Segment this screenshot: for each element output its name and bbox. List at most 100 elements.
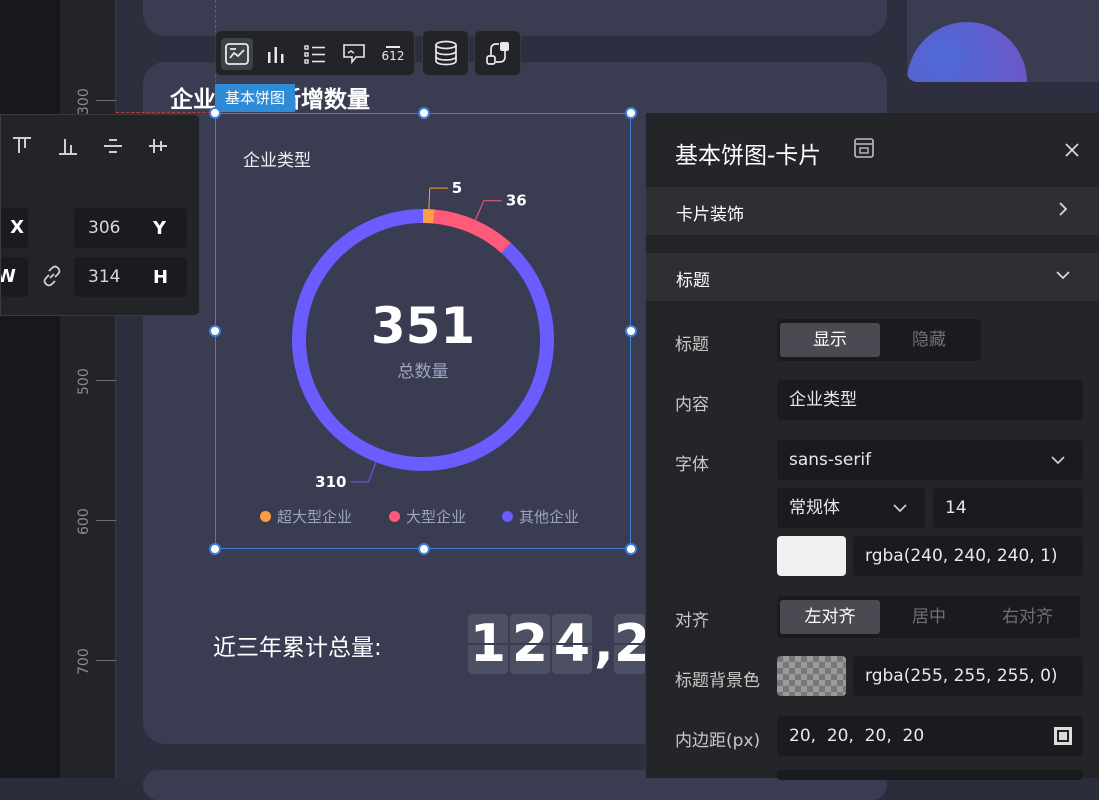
legend-dot	[502, 511, 513, 522]
h-label: H	[153, 267, 168, 288]
leader-line	[475, 201, 501, 220]
chevron-down-icon	[1049, 452, 1067, 468]
content-input[interactable]: 企业类型	[777, 380, 1083, 420]
font-color-swatch[interactable]	[777, 536, 846, 576]
counter-separator: ,	[594, 614, 614, 674]
padding-label: 内边距(px)	[675, 726, 760, 751]
hide-option[interactable]: 隐藏	[880, 323, 978, 357]
h-input[interactable]: 314	[74, 257, 187, 297]
donut-chart[interactable]: 5 36 310 351 总数量	[215, 180, 631, 510]
data-label: 36	[506, 192, 527, 210]
card-icon[interactable]	[853, 137, 875, 159]
w-input[interactable]: W	[1, 257, 28, 297]
next-field[interactable]	[777, 770, 1083, 780]
link-icon[interactable]	[41, 265, 63, 287]
legend-label: 其他企业	[519, 506, 579, 527]
close-icon[interactable]	[1064, 142, 1080, 158]
font-color-input[interactable]: rgba(240, 240, 240, 1)	[853, 536, 1083, 576]
content-label: 内容	[675, 390, 709, 415]
h-value: 314	[88, 267, 120, 287]
interaction-button[interactable]	[474, 30, 521, 76]
total-label: 近三年累计总量:	[213, 628, 382, 662]
font-family-select[interactable]: sans-serif	[777, 440, 1083, 480]
position-panel: X 306 Y W 314 H	[0, 114, 200, 316]
font-label: 字体	[675, 450, 709, 475]
section-card-decoration[interactable]: 卡片装饰	[646, 187, 1099, 235]
legend-label: 大型企业	[406, 506, 466, 527]
list-button[interactable]	[299, 38, 331, 70]
counter-digit: 1	[468, 614, 508, 674]
leader-line	[350, 462, 376, 482]
data-label: 310	[315, 473, 346, 491]
font-size-input[interactable]: 14	[933, 488, 1083, 528]
align-left-option[interactable]: 左对齐	[780, 600, 880, 634]
counter-digit: 2	[614, 614, 645, 674]
align-center-icon[interactable]	[147, 135, 169, 157]
component-toolbar: 612	[215, 30, 415, 76]
legend-item[interactable]: 大型企业	[389, 506, 466, 527]
resize-handle-sw[interactable]	[209, 543, 221, 555]
comment-icon	[342, 43, 366, 65]
chart-style-button[interactable]	[221, 38, 253, 70]
chevron-down-icon	[891, 500, 909, 516]
resize-handle-ne[interactable]	[625, 107, 637, 119]
title-visibility-toggle[interactable]: 显示 隐藏	[777, 319, 981, 361]
legend-dot	[260, 511, 271, 522]
title-bg-swatch[interactable]	[777, 656, 846, 696]
title-bg-input[interactable]: rgba(255, 255, 255, 0)	[853, 656, 1083, 696]
align-right-option[interactable]: 右对齐	[978, 600, 1077, 634]
data-source-button[interactable]	[422, 30, 469, 76]
donut-slice[interactable]	[434, 216, 506, 247]
y-label: Y	[153, 218, 166, 239]
guide-line-horizontal	[116, 112, 216, 113]
title-bg-label: 标题背景色	[675, 666, 760, 691]
chevron-right-icon	[1053, 199, 1073, 219]
data-label: 5	[452, 180, 462, 197]
ruler-label: 600	[76, 508, 92, 535]
title-visibility-label: 标题	[675, 330, 709, 355]
resize-handle-nw[interactable]	[209, 107, 221, 119]
legend-dot	[389, 511, 400, 522]
ruler-label: 700	[76, 648, 92, 675]
resize-handle-s[interactable]	[418, 543, 430, 555]
font-weight-select[interactable]: 常规体	[777, 488, 925, 528]
counter-digit: 4	[552, 614, 592, 674]
selected-component-label: 基本饼图	[215, 84, 295, 112]
card-right[interactable]	[907, 0, 1099, 82]
counter-digit: 2	[510, 614, 550, 674]
number-icon	[386, 46, 400, 48]
y-input[interactable]: 306	[74, 208, 187, 248]
center-value: 351	[371, 297, 475, 355]
image-chart-icon	[225, 43, 249, 65]
x-label: X	[1, 208, 28, 248]
chart-title: 企业类型	[243, 146, 311, 171]
comment-button[interactable]	[338, 38, 370, 70]
resize-handle-se[interactable]	[625, 543, 637, 555]
section-title[interactable]: 标题	[646, 253, 1099, 301]
align-toggle[interactable]: 左对齐 居中 右对齐	[777, 596, 1080, 638]
number-button[interactable]: 612	[377, 38, 409, 70]
ruler-label: 500	[76, 368, 92, 395]
align-center-option[interactable]: 居中	[880, 600, 978, 634]
legend-item[interactable]: 超大型企业	[260, 506, 352, 527]
font-weight-value: 常规体	[789, 498, 840, 518]
chevron-down-icon	[1053, 265, 1073, 285]
ruler-label: 300	[76, 88, 92, 115]
show-option[interactable]: 显示	[780, 323, 880, 357]
padding-input[interactable]: 20, 20, 20, 20	[777, 716, 1083, 756]
y-value: 306	[88, 218, 120, 238]
align-label: 对齐	[675, 606, 709, 631]
resize-handle-n[interactable]	[418, 107, 430, 119]
align-bottom-icon[interactable]	[57, 135, 79, 157]
align-top-icon[interactable]	[11, 135, 33, 157]
list-icon	[304, 44, 326, 64]
align-middle-icon[interactable]	[102, 135, 124, 157]
interaction-icon	[485, 40, 511, 66]
database-icon	[434, 40, 458, 66]
padding-link-icon[interactable]	[1053, 726, 1073, 746]
bar-chart-button[interactable]	[260, 38, 292, 70]
padding-value: 20, 20, 20, 20	[789, 726, 924, 746]
legend-item[interactable]: 其他企业	[502, 506, 579, 527]
font-family-value: sans-serif	[789, 450, 871, 470]
center-label: 总数量	[398, 362, 449, 382]
